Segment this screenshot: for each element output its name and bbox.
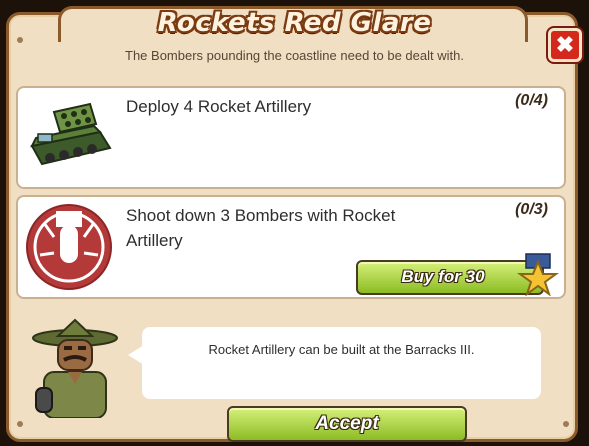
sergeant-avatar — [32, 318, 118, 418]
hint-speech-bubble: Rocket Artillery can be built at the Bar… — [142, 327, 541, 399]
hint-text: Rocket Artillery can be built at the Bar… — [208, 342, 475, 357]
dialog-title: Rockets Red Glare — [157, 8, 432, 38]
accept-button[interactable]: Accept — [227, 406, 467, 442]
task-text: Shoot down 3 Bombers with Rocket Artille… — [126, 206, 396, 250]
rocket-artillery-icon — [30, 102, 112, 166]
task-text: Deploy 4 Rocket Artillery — [126, 97, 312, 116]
task-progress: (0/3) — [515, 201, 548, 218]
speech-bubble-tail — [128, 345, 144, 365]
dialog-subtitle: The Bombers pounding the coastline need … — [125, 48, 464, 63]
accept-button-label: Accept — [315, 413, 379, 434]
buy-button-label: Buy for 30 — [401, 267, 485, 286]
task-progress: (0/4) — [515, 92, 548, 109]
bomber-target-icon — [26, 204, 112, 290]
rivet — [17, 421, 23, 427]
task-item-deploy: Deploy 4 Rocket Artillery (0/4) — [16, 86, 566, 189]
close-button[interactable]: ✖ — [548, 28, 582, 62]
star-icon — [516, 253, 560, 296]
close-icon: ✖ — [555, 32, 575, 57]
rivet — [563, 421, 569, 427]
